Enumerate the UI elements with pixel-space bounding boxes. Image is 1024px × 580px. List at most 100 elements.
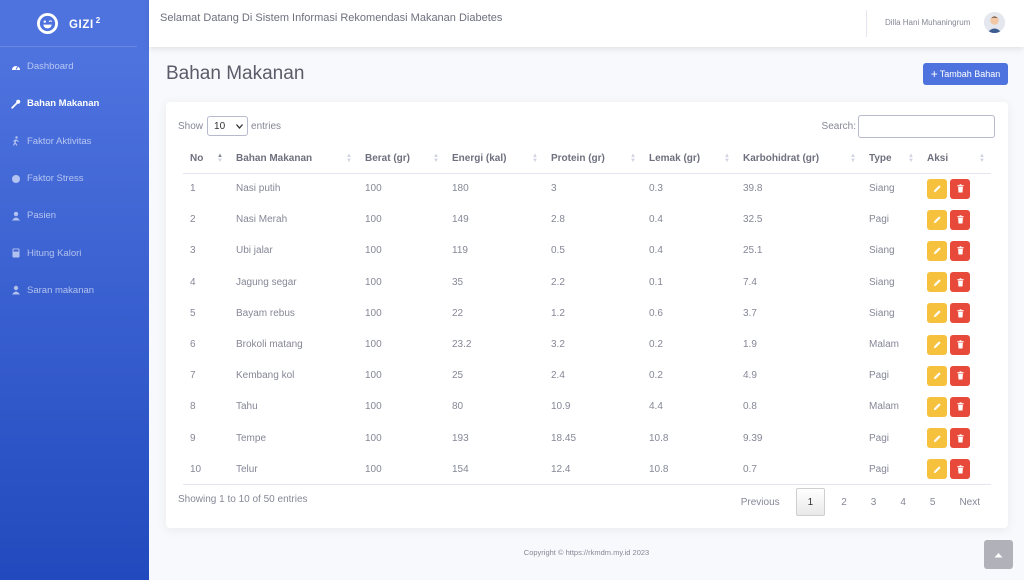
- page-button-5[interactable]: 5: [918, 488, 948, 516]
- data-card: Show 10 entries Search: No ▲ ▼ Bahan Makan…: [166, 102, 1008, 528]
- edit-button[interactable]: [927, 303, 947, 324]
- table-row: 9 Tempe 100 193 18.45 10.8 9.39 Pagi: [183, 423, 991, 454]
- col-protein[interactable]: Protein (gr) ▲ ▼: [544, 145, 642, 174]
- edit-button[interactable]: [927, 272, 947, 293]
- cell-type: Pagi: [869, 463, 890, 475]
- page-button-2[interactable]: 2: [829, 488, 859, 516]
- sidebar-item-label: Pasien: [27, 210, 57, 222]
- col-no[interactable]: No ▲ ▼: [183, 145, 229, 174]
- pencil-icon: [933, 215, 942, 224]
- table-row: 1 Nasi putih 100 180 3 0.3 39.8 Siang: [183, 173, 991, 204]
- page-button-4[interactable]: 4: [888, 488, 918, 516]
- col-type[interactable]: Type ▲ ▼: [862, 145, 920, 174]
- delete-button[interactable]: [950, 303, 970, 324]
- cell-protein: 0.5: [551, 245, 565, 257]
- cell-bahan: Ubi jalar: [236, 245, 273, 257]
- cell-aksi: [920, 173, 991, 204]
- cell-protein: 2.2: [551, 276, 565, 288]
- table-row: 2 Nasi Merah 100 149 2.8 0.4 32.5 Pagi: [183, 204, 991, 235]
- table-bottom-border: [183, 484, 991, 485]
- cell-type: Siang: [869, 307, 895, 319]
- edit-button[interactable]: [927, 334, 947, 355]
- delete-button[interactable]: [950, 365, 970, 386]
- col-lemak[interactable]: Lemak (gr) ▲ ▼: [642, 145, 736, 174]
- pagination-info: Showing 1 to 10 of 50 entries: [178, 494, 308, 505]
- sidebar-item-pasien[interactable]: Pasien: [0, 197, 149, 234]
- footer-copyright: Copyright © https://rkmdm.my.id 2023: [523, 548, 650, 557]
- page-button-3[interactable]: 3: [859, 488, 889, 516]
- trash-icon: [956, 277, 965, 287]
- col-karbohidrat[interactable]: Karbohidrat (gr) ▲ ▼: [736, 145, 862, 174]
- wrench-icon: [11, 99, 21, 109]
- add-bahan-button[interactable]: + Tambah Bahan: [923, 63, 1008, 85]
- delete-button[interactable]: [950, 209, 970, 230]
- cell-berat: 100: [365, 463, 382, 475]
- sidebar-item-bahan-makanan[interactable]: Bahan Makanan: [0, 85, 149, 122]
- sidebar-item-faktor-aktivitas[interactable]: Faktor Aktivitas: [0, 123, 149, 160]
- edit-button[interactable]: [927, 459, 947, 480]
- search-label: Search:: [821, 121, 856, 132]
- cell-karbohidrat: 4.9: [743, 370, 757, 382]
- cell-karbohidrat: 0.8: [743, 401, 757, 413]
- avatar[interactable]: [984, 12, 1005, 33]
- cell-bahan: Tempe: [236, 432, 267, 444]
- cell-aksi: [920, 360, 991, 391]
- brand[interactable]: GIZI 2: [0, 0, 137, 47]
- edit-button[interactable]: [927, 240, 947, 261]
- table-row: 5 Bayam rebus 100 22 1.2 0.6 3.7 Siang: [183, 298, 991, 329]
- cell-energi: 180: [452, 183, 469, 195]
- cell-energi: 35: [452, 276, 464, 288]
- edit-button[interactable]: [927, 365, 947, 386]
- cell-protein: 1.2: [551, 307, 565, 319]
- table-header-row: No ▲ ▼ Bahan Makanan ▲ ▼ Berat (gr) ▲ ▼ Energi…: [183, 145, 991, 174]
- cell-type: Pagi: [869, 214, 890, 226]
- cell-type: Pagi: [869, 370, 890, 382]
- search-input[interactable]: [858, 115, 995, 138]
- edit-button[interactable]: [927, 396, 947, 417]
- sidebar-item-dashboard[interactable]: Dashboard: [0, 48, 149, 85]
- entries-label: entries: [251, 120, 282, 132]
- user-icon: [11, 285, 21, 295]
- col-energi[interactable]: Energi (kal) ▲ ▼: [445, 145, 544, 174]
- sidebar-item-faktor-stress[interactable]: Faktor Stress: [0, 160, 149, 197]
- sidebar-item-hitung-kalori[interactable]: Hitung Kalori: [0, 234, 149, 271]
- next-button[interactable]: Next: [947, 488, 992, 516]
- user-name[interactable]: Dilla Hani Muhaningrum: [885, 18, 970, 27]
- page-button-1[interactable]: 1: [795, 488, 826, 516]
- cell-bahan: Telur: [236, 463, 258, 475]
- calculator-icon: [11, 248, 21, 258]
- delete-button[interactable]: [950, 459, 970, 480]
- bahan-table: No ▲ ▼ Bahan Makanan ▲ ▼ Berat (gr) ▲ ▼ Energi…: [183, 145, 991, 485]
- cell-lemak: 10.8: [649, 432, 669, 444]
- trash-icon: [956, 371, 965, 380]
- page-size-control: Show 10 entries: [178, 116, 281, 136]
- cell-bahan: Brokoli matang: [236, 339, 303, 351]
- delete-button[interactable]: [950, 178, 970, 199]
- delete-button[interactable]: [950, 428, 970, 449]
- scroll-to-top-button[interactable]: [984, 540, 1013, 569]
- delete-button[interactable]: [950, 240, 970, 261]
- col-berat[interactable]: Berat (gr) ▲ ▼: [358, 145, 445, 174]
- cell-bahan: Tahu: [236, 401, 258, 413]
- col-bahan[interactable]: Bahan Makanan ▲ ▼: [229, 145, 358, 174]
- sort-icon: ▲ ▼: [908, 153, 914, 164]
- cell-lemak: 0.6: [649, 307, 663, 319]
- delete-button[interactable]: [950, 396, 970, 417]
- plus-icon: +: [930, 67, 938, 81]
- delete-button[interactable]: [950, 334, 970, 355]
- table-row: 6 Brokoli matang 100 23.2 3.2 0.2 1.9 Malam: [183, 329, 991, 360]
- cell-no: 6: [190, 339, 196, 351]
- previous-button[interactable]: Previous: [729, 488, 792, 516]
- edit-button[interactable]: [927, 209, 947, 230]
- page-size-select[interactable]: 10: [207, 116, 249, 136]
- sidebar-item-label: Bahan Makanan: [27, 98, 100, 110]
- col-aksi[interactable]: Aksi ▲ ▼: [920, 145, 991, 174]
- sidebar-item-saran-makanan[interactable]: Saran makanan: [0, 272, 149, 309]
- gauge-icon: [11, 62, 21, 72]
- delete-button[interactable]: [950, 272, 970, 293]
- table-row: 3 Ubi jalar 100 119 0.5 0.4 25.1 Siang: [183, 235, 991, 266]
- sort-icon: ▲ ▼: [630, 153, 636, 164]
- edit-button[interactable]: [927, 178, 947, 199]
- edit-button[interactable]: [927, 428, 947, 449]
- cell-protein: 3.2: [551, 339, 565, 351]
